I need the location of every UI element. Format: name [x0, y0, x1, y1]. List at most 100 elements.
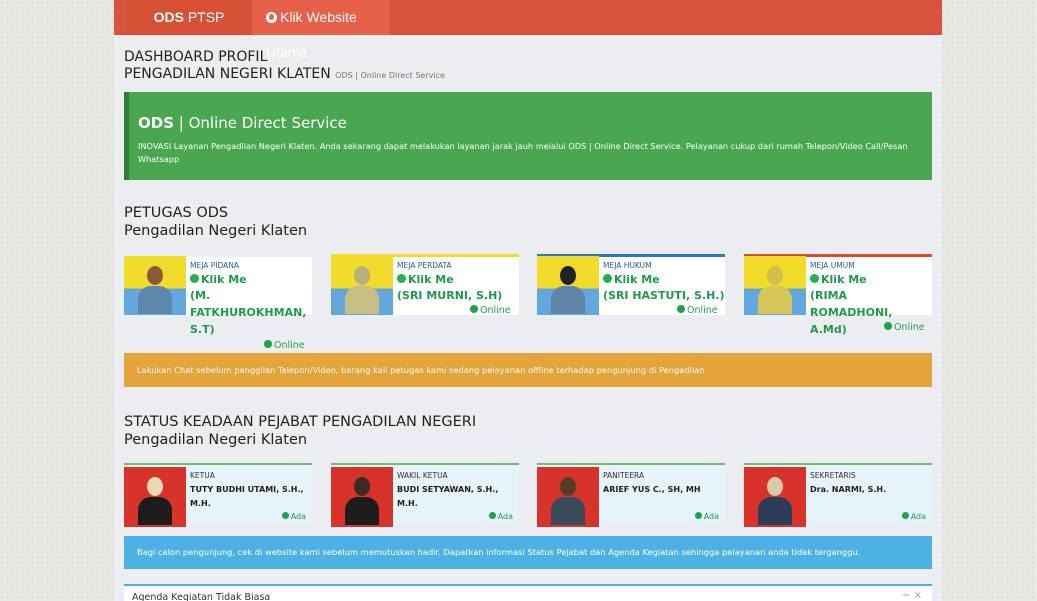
status-dot-icon: [488, 512, 496, 519]
official-name: ARIEF YUS C., SH, MH: [603, 483, 701, 497]
header-line2: PENGADILAN NEGERI KLATEN: [124, 66, 331, 82]
brand-rest: PTSP: [187, 9, 225, 25]
brand-link[interactable]: ODS PTSP: [126, 0, 252, 35]
online-dot-icon: [470, 305, 478, 313]
official-photo: [744, 467, 806, 527]
status-text: Ada: [497, 512, 513, 521]
name-line: Dra. NARMI, S.H.: [810, 485, 887, 494]
pejabat-card: PANITEERA ARIEF YUS C., SH, MH Ada: [537, 463, 725, 527]
website-link[interactable]: Klik Website Utama: [252, 0, 390, 60]
pejabat-card: WAKIL KETUA BUDI SETYAWAN, S.H., M.H. Ad…: [331, 463, 519, 527]
klik-label: Klik Me: [821, 273, 867, 286]
staff-name: (SRI HASTUTI, S.H.): [603, 287, 725, 304]
name-line: TUTY BUDHI UTAMI, S.H.,: [190, 485, 304, 494]
status-text: Online: [480, 305, 511, 316]
name-line: M.H.: [190, 499, 211, 508]
name-line: ARIEF YUS C., SH, MH: [603, 485, 701, 494]
presence-status: Ada: [901, 512, 926, 521]
klik-me-link[interactable]: Klik Me: [397, 273, 454, 286]
name-line: BUDI SETYAWAN, S.H.,: [397, 485, 499, 494]
whatsapp-icon: [397, 274, 406, 283]
online-dot-icon: [677, 305, 685, 313]
card-role: PANITEERA: [603, 471, 645, 480]
agenda-tools[interactable]: − ×: [902, 590, 922, 601]
card-role: MEJA UMUM: [810, 261, 855, 270]
status-text: Online: [894, 322, 925, 333]
klik-label: Klik Me: [408, 273, 454, 286]
agenda-panel: Agenda Kegiatan Tidak Biasa − ×: [124, 584, 932, 601]
card-role: MEJA HUKUM: [603, 261, 652, 270]
petugas-card: MEJA UMUM Klik Me (RIMA ROMADHONI, A.Md)…: [744, 254, 932, 336]
status-text: Online: [274, 340, 305, 351]
header-line1: DASHBOARD PROFIL: [124, 49, 268, 65]
page-container: ODS PTSP Klik Website Utama DASHBOARD PR…: [114, 0, 942, 601]
whatsapp-icon: [603, 274, 612, 283]
online-status: Online: [677, 305, 718, 316]
klik-label: Klik Me: [614, 273, 660, 286]
name-line: M.H.: [397, 499, 418, 508]
staff-name: (M. FATKHUROKHMAN, S.T): [190, 287, 306, 338]
agenda-title: Agenda Kegiatan Tidak Biasa: [132, 592, 271, 601]
pejabat-section-title: STATUS KEADAAN PEJABAT PENGADILAN NEGERI…: [124, 413, 476, 449]
pejabat-notice: Bagi calon pengunjung, cek di website ka…: [124, 536, 932, 569]
top-navbar: ODS PTSP Klik Website Utama: [114, 0, 942, 60]
staff-photo: [331, 256, 393, 315]
official-name: TUTY BUDHI UTAMI, S.H., M.H.: [190, 483, 304, 511]
status-text: Ada: [703, 512, 719, 521]
official-photo: [124, 467, 186, 527]
intro-callout: ODS | Online Direct Service INOVASI Laya…: [124, 92, 932, 180]
petugas-card: MEJA PIDANA Klik Me (M. FATKHUROKHMAN, S…: [124, 254, 312, 351]
pejabat-card: SEKRETARIS Dra. NARMI, S.H. Ada: [744, 463, 932, 527]
staff-photo: [124, 256, 186, 315]
whatsapp-icon: [190, 274, 199, 283]
card-role: MEJA PIDANA: [190, 261, 240, 270]
intro-title-bold: ODS: [138, 114, 175, 132]
official-name: BUDI SETYAWAN, S.H., M.H.: [397, 483, 498, 511]
card-role: KETUA: [190, 471, 215, 480]
intro-text: INOVASI Layanan Pengadilan Negeri Klaten…: [138, 141, 908, 164]
klik-me-link[interactable]: Klik Me: [603, 273, 660, 286]
staff-photo: [744, 256, 806, 315]
status-dot-icon: [281, 512, 289, 519]
intro-title-rest: | Online Direct Service: [174, 114, 347, 132]
official-name: Dra. NARMI, S.H.: [810, 483, 886, 497]
petugas-title2: Pengadilan Negeri Klaten: [124, 223, 308, 239]
online-dot-icon: [884, 322, 892, 330]
globe-icon: [266, 12, 277, 23]
pejabat-card: KETUA TUTY BUDHI UTAMI, S.H., M.H. Ada: [124, 463, 312, 527]
presence-status: Ada: [281, 512, 306, 521]
status-text: Online: [687, 305, 718, 316]
petugas-title1: PETUGAS ODS: [124, 205, 229, 221]
official-photo: [537, 467, 599, 527]
name-line: S.T): [190, 323, 215, 336]
card-role: SEKRETARIS: [810, 471, 856, 480]
intro-title: ODS | Online Direct Service: [138, 114, 922, 132]
petugas-notice: Lakukan Chat sebelum panggilan Telepon/V…: [124, 353, 932, 387]
petugas-card: MEJA PERDATA Klik Me (SRI MURNI, S.H) On…: [331, 254, 519, 316]
status-dot-icon: [694, 512, 702, 519]
status-dot-icon: [901, 512, 909, 519]
brand-bold: ODS: [153, 9, 184, 25]
presence-status: Ada: [488, 512, 513, 521]
online-dot-icon: [264, 340, 272, 348]
pejabat-title2: Pengadilan Negeri Klaten: [124, 432, 308, 448]
status-text: Ada: [910, 512, 926, 521]
card-role: WAKIL KETUA: [397, 471, 448, 480]
petugas-section-title: PETUGAS ODS Pengadilan Negeri Klaten: [124, 204, 307, 240]
dashboard-header: DASHBOARD PROFIL PENGADILAN NEGERI KLATE…: [124, 49, 445, 84]
klik-label: Klik Me: [201, 273, 247, 286]
klik-me-link[interactable]: Klik Me: [190, 273, 247, 286]
staff-photo: [537, 256, 599, 315]
name-line: (SRI HASTUTI, S.H.): [603, 289, 725, 302]
header-small: ODS | Online Direct Service: [335, 71, 445, 80]
online-status: Online: [264, 340, 305, 351]
online-status: Online: [470, 305, 511, 316]
card-role: MEJA PERDATA: [397, 261, 452, 270]
name-line: (M.: [190, 289, 211, 302]
pejabat-title1: STATUS KEADAAN PEJABAT PENGADILAN NEGERI: [124, 414, 477, 430]
klik-me-link[interactable]: Klik Me: [810, 273, 867, 286]
status-text: Ada: [290, 512, 306, 521]
online-status: Online: [884, 322, 925, 333]
staff-name: (SRI MURNI, S.H): [397, 287, 502, 304]
presence-status: Ada: [694, 512, 719, 521]
